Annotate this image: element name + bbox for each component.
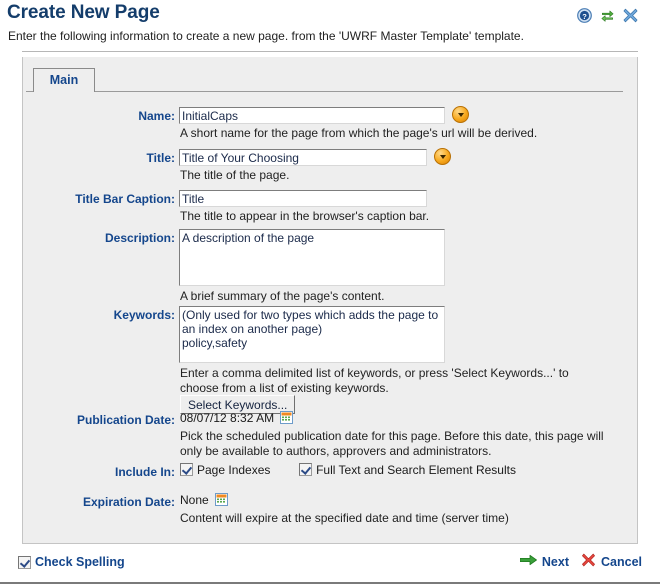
svg-text:?: ? <box>582 12 587 21</box>
title-bar-caption-input[interactable] <box>179 190 427 207</box>
checkbox-page-indexes[interactable]: Page Indexes <box>180 463 274 477</box>
form-panel: Main Name: A short name for the page fro… <box>22 57 638 544</box>
label-title: Title: <box>146 151 175 165</box>
checkbox-page-indexes-label[interactable]: Page Indexes <box>197 463 270 477</box>
header-icon-group: ? <box>577 8 638 26</box>
field-row-description: Description: A description of the page A… <box>23 229 639 307</box>
page-subtitle: Enter the following information to creat… <box>8 29 524 43</box>
page-title: Create New Page <box>7 2 160 23</box>
tab-underline-left <box>26 91 33 92</box>
calendar-icon[interactable] <box>215 493 229 506</box>
refresh-icon[interactable] <box>600 8 615 26</box>
help-title-bar-caption: The title to appear in the browser's cap… <box>180 209 430 223</box>
check-spelling-checkbox[interactable] <box>18 555 31 569</box>
tab-underline <box>95 91 623 92</box>
field-row-title-bar-caption: Title Bar Caption: The title to appear i… <box>23 190 639 230</box>
title-picker-button[interactable] <box>434 148 451 165</box>
footer-bar: Check Spelling Next Cancel <box>0 547 660 584</box>
next-button[interactable]: Next <box>519 554 569 569</box>
title-input[interactable] <box>179 149 427 166</box>
header-divider <box>22 51 638 52</box>
x-icon <box>581 553 596 570</box>
arrow-right-icon <box>519 554 537 569</box>
label-title-bar-caption: Title Bar Caption: <box>75 192 175 206</box>
help-keywords: Enter a comma delimited list of keywords… <box>180 366 569 395</box>
name-picker-button[interactable] <box>452 106 469 123</box>
checkbox-page-indexes-box[interactable] <box>180 463 193 476</box>
check-spelling-label[interactable]: Check Spelling <box>35 555 125 569</box>
help-name: A short name for the page from which the… <box>180 126 538 140</box>
help-icon[interactable]: ? <box>577 8 592 26</box>
calendar-icon[interactable] <box>280 411 294 424</box>
check-spelling-control[interactable]: Check Spelling <box>18 555 125 569</box>
label-expiration-date: Expiration Date: <box>82 495 175 509</box>
name-input[interactable] <box>179 107 445 124</box>
checkbox-full-text-search-label[interactable]: Full Text and Search Element Results <box>316 463 516 477</box>
field-row-include-in: Include In: Page Indexes Full Text and S… <box>23 463 639 489</box>
expiration-date-value[interactable]: None <box>180 493 209 507</box>
page-header: Create New Page Enter the following info… <box>0 0 660 52</box>
help-title: The title of the page. <box>180 168 290 182</box>
description-textarea[interactable]: A description of the page <box>179 229 445 286</box>
label-description: Description: <box>104 231 175 245</box>
field-row-publication-date: Publication Date: 08/07/12 8:32 AM Pick … <box>23 411 639 467</box>
field-row-expiration-date: Expiration Date: None Content will expir… <box>23 493 639 533</box>
label-name: Name: <box>138 109 175 123</box>
tab-main[interactable]: Main <box>33 68 95 92</box>
help-description: A brief summary of the page's content. <box>180 289 385 303</box>
close-icon[interactable] <box>623 8 638 26</box>
label-include-in: Include In: <box>115 465 175 479</box>
checkbox-full-text-search[interactable]: Full Text and Search Element Results <box>299 463 516 477</box>
help-expiration-date: Content will expire at the specified dat… <box>180 511 509 525</box>
label-keywords: Keywords: <box>113 308 175 322</box>
help-publication-date: Pick the scheduled publication date for … <box>180 429 604 458</box>
footer-actions: Next Cancel <box>519 553 642 570</box>
next-label[interactable]: Next <box>542 555 569 569</box>
keywords-textarea[interactable]: (Only used for two types which adds the … <box>179 306 445 363</box>
field-row-title: Title: The title of the page. <box>23 148 639 189</box>
footer-left-edge <box>0 547 2 584</box>
checkbox-full-text-search-box[interactable] <box>299 463 313 476</box>
cancel-label[interactable]: Cancel <box>601 555 642 569</box>
label-publication-date: Publication Date: <box>76 413 175 427</box>
cancel-button[interactable]: Cancel <box>581 553 642 570</box>
field-row-name: Name: A short name for the page from whi… <box>23 106 639 147</box>
tab-strip: Main <box>23 57 639 92</box>
publication-date-value[interactable]: 08/07/12 8:32 AM <box>180 411 274 425</box>
